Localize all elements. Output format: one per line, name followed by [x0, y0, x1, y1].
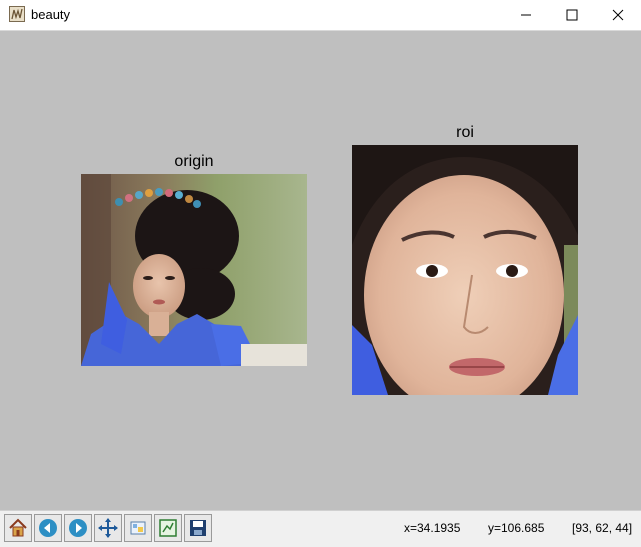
- pan-button[interactable]: [94, 514, 122, 542]
- zoom-rect-icon: [159, 519, 177, 537]
- minimize-icon: [521, 14, 531, 16]
- close-button[interactable]: [595, 0, 641, 30]
- back-button[interactable]: [34, 514, 62, 542]
- title-bar: beauty: [0, 0, 641, 31]
- maximize-button[interactable]: [549, 0, 595, 30]
- configure-subplots-button[interactable]: [124, 514, 152, 542]
- pan-icon: [98, 518, 118, 538]
- navigation-toolbar: x=34.1935 y=106.685 [93, 62, 44]: [0, 510, 641, 547]
- cursor-x-readout: x=34.1935: [404, 521, 461, 535]
- home-button[interactable]: [4, 514, 32, 542]
- minimize-button[interactable]: [503, 0, 549, 30]
- maximize-icon: [566, 9, 578, 21]
- back-icon: [39, 519, 57, 537]
- save-icon: [190, 520, 206, 536]
- matplotlib-figure-icon: [9, 6, 25, 22]
- forward-icon: [69, 519, 87, 537]
- window-title: beauty: [31, 7, 71, 22]
- zoom-rect-button[interactable]: [154, 514, 182, 542]
- save-button[interactable]: [184, 514, 212, 542]
- cursor-y-readout: y=106.685: [488, 521, 545, 535]
- axes-title-origin: origin: [174, 153, 214, 170]
- close-icon: [612, 9, 624, 21]
- figure-canvas[interactable]: origin roi: [0, 31, 641, 510]
- axes-title-roi: roi: [456, 124, 474, 141]
- home-icon: [9, 518, 27, 537]
- pixel-value-readout: [93, 62, 44]: [572, 521, 633, 535]
- configure-subplots-icon: [130, 521, 146, 535]
- origin-image: [81, 174, 307, 366]
- forward-button[interactable]: [64, 514, 92, 542]
- roi-image: [352, 145, 578, 395]
